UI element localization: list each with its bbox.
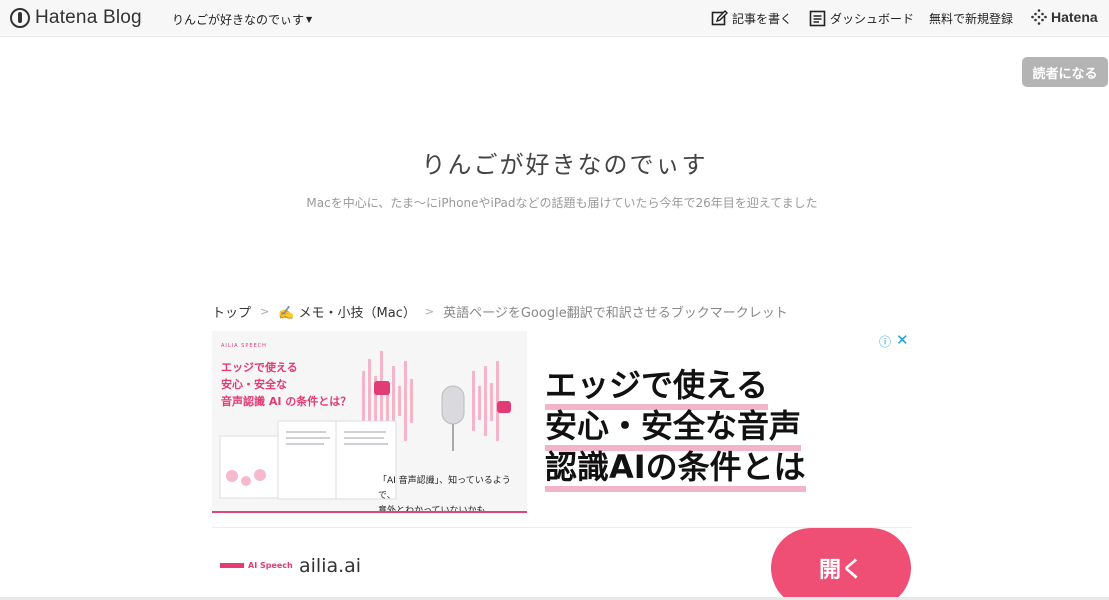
ad-headline[interactable]: エッジで使える 安心・安全な音声 認識AIの条件とは bbox=[545, 365, 806, 492]
ad-image-title: エッジで使える 安心・安全な 音声認識 AI の条件とは？ bbox=[221, 361, 352, 408]
ad-footer[interactable]: AI Speech ailia.ai 開く bbox=[212, 528, 912, 600]
ad-image-brand: AILIA SPEECH bbox=[221, 343, 267, 349]
signup-label: 無料で新規登録 bbox=[929, 12, 1014, 26]
ad-creative[interactable]: AILIA SPEECH エッジで使える 安心・安全な 音声認識 AI の条件と… bbox=[212, 331, 912, 528]
subscribe-button[interactable]: 読者になる bbox=[1022, 57, 1108, 87]
signup-link[interactable]: 無料で新規登録 bbox=[929, 10, 1013, 27]
hatena-dots-icon bbox=[1031, 9, 1047, 25]
write-entry-link[interactable]: 記事を書く bbox=[711, 10, 792, 27]
brand-name: Hatena Blog bbox=[35, 7, 142, 28]
global-header: Hatena Blog りんごが好きなのでぃす ▼ 記事を書く ダッシュボード 無… bbox=[0, 0, 1109, 37]
ad-headline-line: 安心・安全な音声 bbox=[545, 406, 806, 451]
hatena-blog-logo-icon bbox=[10, 8, 30, 28]
ad-close-icon[interactable]: ✕ bbox=[896, 331, 909, 349]
ad-domain[interactable]: ailia.ai bbox=[299, 555, 361, 577]
ad-logo-text: AI Speech bbox=[248, 561, 293, 570]
ad-headline-line: エッジで使える bbox=[545, 365, 806, 410]
advertisement[interactable]: AILIA SPEECH エッジで使える 安心・安全な 音声認識 AI の条件と… bbox=[212, 331, 912, 600]
dashboard-link[interactable]: ダッシュボード bbox=[809, 10, 914, 27]
ad-image-caption: 「AI 音声認識」、知っているようで、 意外とわかっていないかも bbox=[378, 476, 511, 513]
dashboard-icon bbox=[809, 10, 826, 27]
ad-info-icon[interactable]: ⓘ bbox=[879, 333, 891, 350]
edit-icon bbox=[711, 10, 728, 26]
ad-open-button[interactable]: 開く bbox=[771, 528, 911, 600]
dashboard-label: ダッシュボード bbox=[830, 12, 915, 26]
ad-headline-line: 認識AIの条件とは bbox=[545, 447, 806, 492]
blog-title[interactable]: りんごが好きなのでぃす bbox=[0, 145, 1109, 180]
blog-description: Macを中心に、たま〜にiPhoneやiPadなどの話題も届けていたら今年で26… bbox=[306, 196, 818, 210]
ad-logo-badge bbox=[220, 563, 244, 568]
caret-down-icon: ▼ bbox=[306, 15, 313, 24]
breadcrumb-category[interactable]: ✍️ メモ・小技（Mac） bbox=[278, 302, 416, 321]
ad-advertiser-logo: AI Speech bbox=[220, 561, 293, 570]
blog-switcher[interactable]: りんごが好きなのでぃす ▼ bbox=[172, 11, 312, 28]
hatena-blog-logo[interactable]: Hatena Blog bbox=[10, 7, 142, 29]
breadcrumb-separator: > bbox=[260, 305, 270, 318]
hatena-menu[interactable]: Hatena bbox=[1031, 9, 1098, 25]
breadcrumb-separator: > bbox=[424, 305, 435, 318]
breadcrumb-home[interactable]: トップ bbox=[212, 302, 251, 321]
breadcrumb: トップ > ✍️ メモ・小技（Mac） > 英語ページをGoogle翻訳で和訳さ… bbox=[212, 302, 788, 321]
breadcrumb-current: 英語ページをGoogle翻訳で和訳させるブックマークレット bbox=[443, 306, 788, 321]
blog-switcher-label: りんごが好きなのでぃす bbox=[172, 13, 305, 27]
ad-image[interactable]: AILIA SPEECH エッジで使える 安心・安全な 音声認識 AI の条件と… bbox=[212, 331, 527, 513]
hatena-menu-label: Hatena bbox=[1051, 9, 1098, 25]
write-entry-label: 記事を書く bbox=[732, 12, 793, 26]
